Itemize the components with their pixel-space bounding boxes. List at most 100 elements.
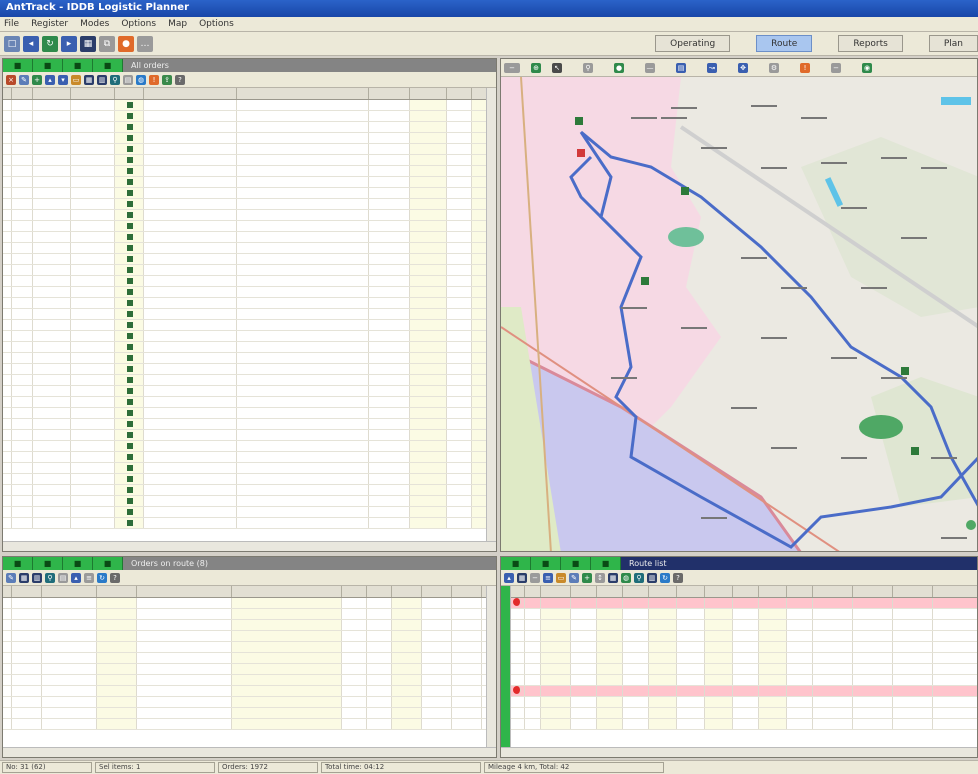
map-pointer-icon[interactable]: ↖: [552, 62, 562, 73]
orders-hscroll[interactable]: [3, 541, 496, 551]
tab-operating[interactable]: Operating: [655, 35, 731, 52]
poi-marker[interactable]: [761, 337, 787, 339]
folder-icon[interactable]: ▭: [71, 74, 81, 85]
table-row[interactable]: [511, 620, 977, 631]
table-row[interactable]: [3, 430, 496, 441]
points-folder-icon[interactable]: ▭: [556, 572, 566, 583]
table-row[interactable]: [3, 507, 496, 518]
tab-route[interactable]: Route: [756, 35, 813, 52]
table-row[interactable]: [3, 342, 496, 353]
points-pane-tab-3[interactable]: ■: [561, 557, 591, 570]
column-header[interactable]: [511, 586, 525, 597]
route-filter-icon[interactable]: ⚲: [45, 572, 55, 583]
poi-marker[interactable]: [701, 517, 727, 519]
column-header[interactable]: [677, 586, 705, 597]
route-list-icon[interactable]: ≡: [84, 572, 94, 583]
poi-marker[interactable]: [801, 117, 827, 119]
table-row[interactable]: [3, 441, 496, 452]
help-icon[interactable]: ?: [175, 74, 185, 85]
table-row[interactable]: [3, 309, 496, 320]
columns-icon[interactable]: ▥: [97, 74, 107, 85]
menu-item-map[interactable]: Map: [168, 19, 187, 29]
column-header[interactable]: [410, 88, 448, 99]
table-row[interactable]: [3, 609, 496, 620]
column-header[interactable]: [422, 586, 452, 597]
route-help-icon[interactable]: ?: [110, 572, 120, 583]
down-icon[interactable]: ▾: [58, 74, 68, 85]
table-row[interactable]: [511, 719, 977, 730]
column-header[interactable]: [137, 586, 232, 597]
points-add-icon[interactable]: +: [582, 572, 592, 583]
route-pane-tab-1[interactable]: ■: [3, 557, 33, 570]
poi-marker[interactable]: [901, 237, 927, 239]
map-alert-icon[interactable]: !: [800, 62, 810, 73]
table-row[interactable]: [3, 631, 496, 642]
table-row[interactable]: [511, 598, 977, 609]
table-row[interactable]: [3, 243, 496, 254]
route-orders-hscroll[interactable]: [3, 747, 496, 757]
delete-icon[interactable]: ×: [6, 74, 16, 85]
table-row[interactable]: [3, 474, 496, 485]
map-settings-icon[interactable]: ⚙: [769, 62, 779, 73]
table-row[interactable]: [3, 331, 496, 342]
column-header[interactable]: [787, 586, 813, 597]
points-columns-icon[interactable]: ▥: [647, 572, 657, 583]
table-row[interactable]: [3, 419, 496, 430]
map-icon[interactable]: ◍: [136, 74, 146, 85]
table-row[interactable]: [511, 642, 977, 653]
map-zoom-out-icon[interactable]: −: [504, 62, 520, 73]
poi-marker[interactable]: [741, 257, 767, 259]
table-row[interactable]: [3, 166, 496, 177]
export-icon[interactable]: ⇪: [162, 74, 172, 85]
table-row[interactable]: [3, 375, 496, 386]
up-icon[interactable]: ▴: [45, 74, 55, 85]
poi-marker[interactable]: [611, 377, 637, 379]
menu-item-options[interactable]: Options: [121, 19, 156, 29]
poi-marker[interactable]: [701, 147, 727, 149]
table-row[interactable]: [3, 642, 496, 653]
route-pane-tab-3[interactable]: ■: [63, 557, 93, 570]
column-header[interactable]: [12, 88, 34, 99]
table-row[interactable]: [3, 708, 496, 719]
table-row[interactable]: [3, 364, 496, 375]
column-header[interactable]: [3, 586, 12, 597]
map-zoom-icon[interactable]: ⊕: [531, 62, 541, 73]
route-columns-icon[interactable]: ▥: [32, 572, 42, 583]
column-header[interactable]: [42, 586, 97, 597]
column-header[interactable]: [237, 88, 369, 99]
edit-icon[interactable]: ✎: [19, 74, 29, 85]
route-print-icon[interactable]: ▤: [58, 572, 68, 583]
table-row[interactable]: [3, 210, 496, 221]
map-canvas[interactable]: [501, 77, 978, 552]
poi-marker[interactable]: [731, 407, 757, 409]
filter-icon[interactable]: ⚲: [110, 74, 120, 85]
column-header[interactable]: [853, 586, 893, 597]
poi-marker[interactable]: [661, 117, 687, 119]
column-header[interactable]: [12, 586, 42, 597]
column-header[interactable]: [623, 586, 649, 597]
route-up-icon[interactable]: ▴: [71, 572, 81, 583]
map-route-icon[interactable]: ↝: [707, 62, 717, 73]
points-move-icon[interactable]: ↕: [595, 572, 605, 583]
table-row[interactable]: [3, 353, 496, 364]
column-header[interactable]: [759, 586, 787, 597]
table-row[interactable]: [3, 232, 496, 243]
column-header[interactable]: [369, 88, 410, 99]
print-icon[interactable]: ▤: [123, 74, 133, 85]
poi-marker[interactable]: [921, 167, 947, 169]
warning-icon[interactable]: !: [149, 74, 159, 85]
table-row[interactable]: [3, 144, 496, 155]
column-header[interactable]: [71, 88, 115, 99]
route-table-icon[interactable]: ▦: [19, 572, 29, 583]
points-pane-tab-1[interactable]: ■: [501, 557, 531, 570]
open-icon[interactable]: ◂: [23, 35, 39, 52]
poi-marker[interactable]: [771, 447, 797, 449]
poi-marker[interactable]: [821, 162, 847, 164]
column-header[interactable]: [541, 586, 571, 597]
points-minus-icon[interactable]: −: [530, 572, 540, 583]
poi-marker[interactable]: [781, 287, 807, 289]
table-row[interactable]: [3, 452, 496, 463]
column-header[interactable]: [33, 88, 71, 99]
route-refresh-icon[interactable]: ↻: [97, 572, 107, 583]
column-header[interactable]: [447, 88, 472, 99]
